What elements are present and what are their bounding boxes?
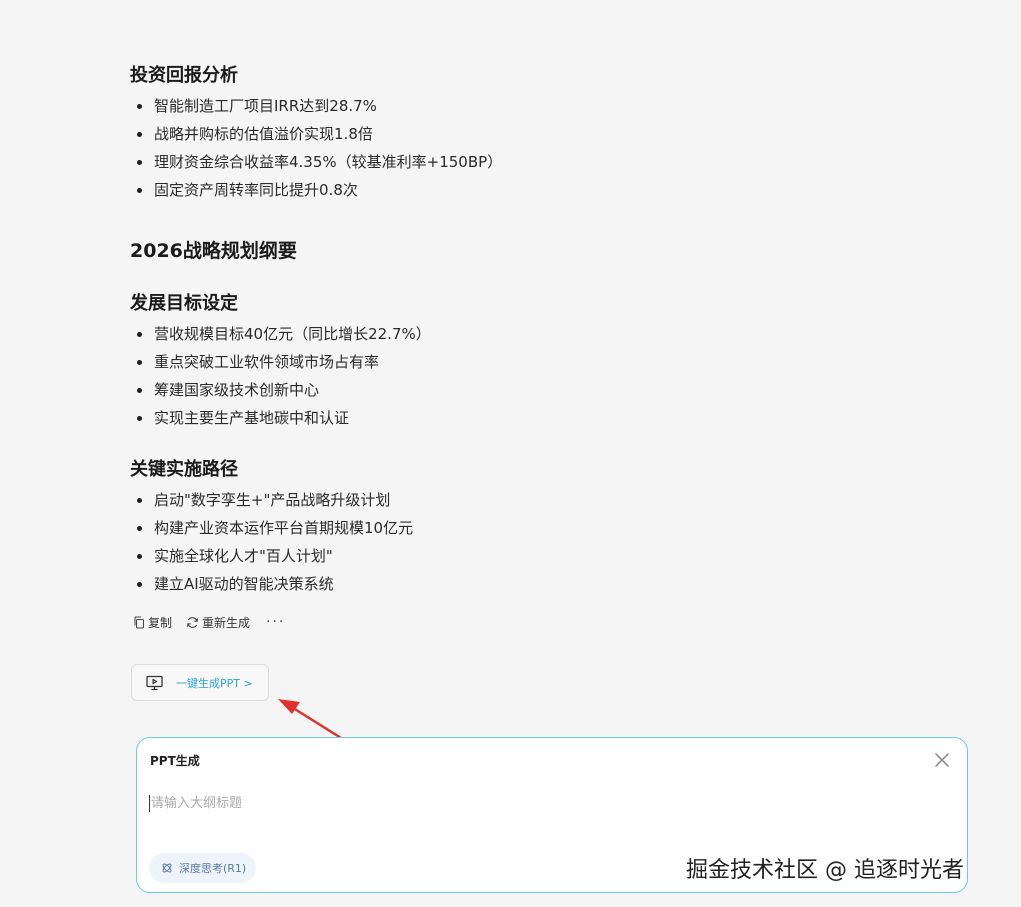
list-item: 战略并购标的估值溢价实现1.8倍 xyxy=(130,120,890,148)
list-item: 重点突破工业软件领域市场占有率 xyxy=(130,348,890,376)
list-item: 建立AI驱动的智能决策系统 xyxy=(130,570,890,598)
presentation-icon xyxy=(146,675,163,690)
heading-goals: 发展目标设定 xyxy=(130,293,238,314)
regenerate-label: 重新生成 xyxy=(202,615,251,630)
list-item: 实现主要生产基地碳中和认证 xyxy=(130,404,890,432)
list-item: 理财资金综合收益率4.35%（较基准利率+150BP） xyxy=(130,148,890,176)
message-content: 投资回报分析 智能制造工厂项目IRR达到28.7% 战略并购标的估值溢价实现1.… xyxy=(130,62,890,598)
list-item: 启动"数字孪生+"产品战略升级计划 xyxy=(130,486,890,514)
list-item: 固定资产周转率同比提升0.8次 xyxy=(130,176,890,204)
generate-ppt-label: 一键生成PPT > xyxy=(176,676,253,690)
heading-paths: 关键实施路径 xyxy=(130,459,238,480)
copy-icon xyxy=(134,616,144,628)
list-item: 智能制造工厂项目IRR达到28.7% xyxy=(130,92,890,120)
panel-title: PPT生成 xyxy=(150,754,200,768)
watermark: 掘金技术社区 @ 追逐时光者 xyxy=(686,858,964,883)
close-icon[interactable] xyxy=(933,751,951,769)
list-investment: 智能制造工厂项目IRR达到28.7% 战略并购标的估值溢价实现1.8倍 理财资金… xyxy=(130,92,890,204)
more-actions-button[interactable]: ··· xyxy=(266,612,285,632)
generate-ppt-button[interactable]: 一键生成PPT > xyxy=(131,664,269,701)
regenerate-button[interactable]: 重新生成 xyxy=(186,612,250,632)
list-goals: 营收规模目标40亿元（同比增长22.7%） 重点突破工业软件领域市场占有率 筹建… xyxy=(130,320,890,432)
strategy-title: 2026战略规划纲要 xyxy=(130,240,297,262)
heading-investment: 投资回报分析 xyxy=(130,65,238,86)
outline-title-input[interactable] xyxy=(149,795,933,812)
refresh-icon xyxy=(187,616,198,628)
list-paths: 启动"数字孪生+"产品战略升级计划 构建产业资本运作平台首期规模10亿元 实施全… xyxy=(130,486,890,598)
list-item: 构建产业资本运作平台首期规模10亿元 xyxy=(130,514,890,542)
list-item: 筹建国家级技术创新中心 xyxy=(130,376,890,404)
deep-think-label: 深度思考(R1) xyxy=(179,862,247,875)
list-item: 营收规模目标40亿元（同比增长22.7%） xyxy=(130,320,890,348)
message-actions: 复制 重新生成 ··· xyxy=(133,612,299,632)
atom-icon xyxy=(162,863,172,873)
deep-think-toggle[interactable]: 深度思考(R1) xyxy=(149,853,257,883)
copy-label: 复制 xyxy=(148,615,173,630)
copy-button[interactable]: 复制 xyxy=(133,612,172,632)
list-item: 实施全球化人才"百人计划" xyxy=(130,542,890,570)
